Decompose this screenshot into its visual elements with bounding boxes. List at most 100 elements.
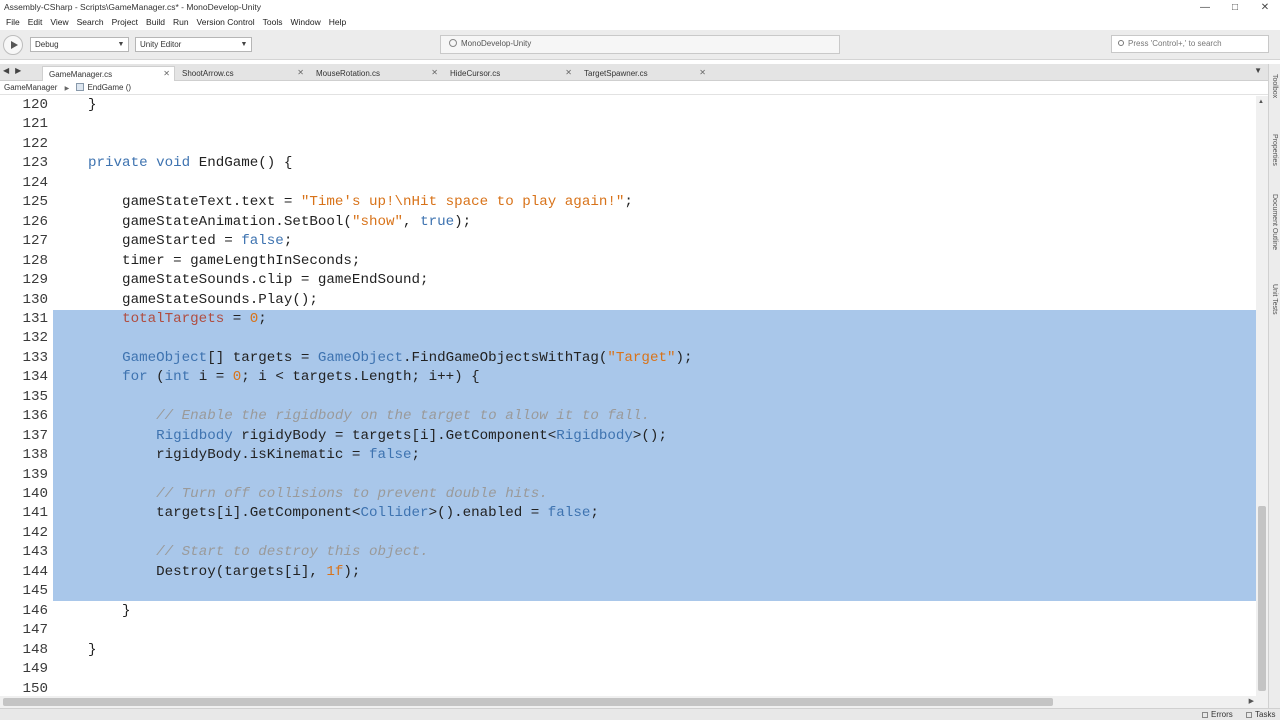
- code-text: Rigidbody rigidyBody = targets[i].GetCom…: [156, 427, 667, 444]
- code-text: private void EndGame() {: [88, 155, 293, 172]
- line-number: 139: [22, 466, 48, 483]
- code-text: }: [88, 602, 131, 619]
- line-number: 129: [22, 272, 48, 289]
- menu-help[interactable]: Help: [325, 15, 350, 30]
- code-line[interactable]: 145: [0, 582, 1256, 601]
- close-icon[interactable]: ✕: [1250, 0, 1280, 15]
- toolbox-panel-tab[interactable]: Toolbox: [1271, 74, 1278, 98]
- tab-shootarrow[interactable]: ShootArrow.cs ✕: [176, 66, 308, 81]
- scroll-right-icon[interactable]: ▶: [1249, 697, 1254, 705]
- close-tab-icon[interactable]: ✕: [699, 68, 706, 77]
- code-line[interactable]: 136 // Enable the rigidbody on the targe…: [0, 407, 1256, 426]
- code-line[interactable]: 120}: [0, 96, 1256, 115]
- tab-nav-arrows-icon[interactable]: ◀▶: [3, 66, 27, 75]
- tab-hidecursor[interactable]: HideCursor.cs ✕: [444, 66, 576, 81]
- code-line[interactable]: 128 timer = gameLengthInSeconds;: [0, 252, 1256, 271]
- code-text: // Start to destroy this object.: [156, 544, 429, 561]
- menu-run[interactable]: Run: [169, 15, 193, 30]
- code-line[interactable]: 133 GameObject[] targets = GameObject.Fi…: [0, 349, 1256, 368]
- title-bar: Assembly-CSharp - Scripts\GameManager.cs…: [0, 0, 1280, 15]
- unit-tests-panel-tab[interactable]: Unit Tests: [1271, 284, 1278, 315]
- horizontal-scroll-thumb[interactable]: [3, 698, 1053, 706]
- code-line[interactable]: 148}: [0, 641, 1256, 660]
- close-tab-icon[interactable]: ✕: [297, 68, 304, 77]
- tasks-pad-button[interactable]: Tasks: [1246, 710, 1275, 719]
- line-number: 123: [22, 155, 48, 172]
- line-number: 134: [22, 369, 48, 386]
- errors-pad-button[interactable]: Errors: [1202, 710, 1233, 719]
- close-tab-icon[interactable]: ✕: [163, 69, 170, 78]
- errors-label: Errors: [1211, 710, 1233, 719]
- tasks-icon: [1246, 712, 1252, 718]
- code-line[interactable]: 125 gameStateText.text = "Time's up!\nHi…: [0, 193, 1256, 212]
- menu-project[interactable]: Project: [108, 15, 142, 30]
- minimize-icon[interactable]: —: [1190, 0, 1220, 15]
- breadcrumb-method[interactable]: EndGame (): [87, 83, 131, 92]
- target-select[interactable]: Unity Editor ▼: [135, 37, 252, 52]
- code-line[interactable]: 143 // Start to destroy this object.: [0, 543, 1256, 562]
- line-number: 131: [22, 310, 48, 327]
- line-number: 144: [22, 563, 48, 580]
- menu-edit[interactable]: Edit: [24, 15, 47, 30]
- line-number: 145: [22, 583, 48, 600]
- tab-list-chevron-icon[interactable]: ▼: [1254, 66, 1262, 75]
- vertical-scrollbar[interactable]: ▲: [1256, 96, 1268, 696]
- tab-mouserotation[interactable]: MouseRotation.cs ✕: [310, 66, 442, 81]
- code-line[interactable]: 140 // Turn off collisions to prevent do…: [0, 485, 1256, 504]
- configuration-select[interactable]: Debug ▼: [30, 37, 129, 52]
- code-line[interactable]: 138 rigidyBody.isKinematic = false;: [0, 446, 1256, 465]
- line-number: 150: [22, 680, 48, 697]
- menu-view[interactable]: View: [46, 15, 72, 30]
- code-line[interactable]: 137 Rigidbody rigidyBody = targets[i].Ge…: [0, 427, 1256, 446]
- code-line[interactable]: 134 for (int i = 0; i < targets.Length; …: [0, 368, 1256, 387]
- window-title: Assembly-CSharp - Scripts\GameManager.cs…: [4, 2, 261, 12]
- code-line[interactable]: 139: [0, 466, 1256, 485]
- code-line[interactable]: 124: [0, 174, 1256, 193]
- code-line[interactable]: 147: [0, 621, 1256, 640]
- properties-panel-tab[interactable]: Properties: [1271, 134, 1278, 166]
- code-line[interactable]: 132: [0, 329, 1256, 348]
- run-button[interactable]: [3, 35, 23, 55]
- code-line[interactable]: 141 targets[i].GetComponent<Collider>().…: [0, 504, 1256, 523]
- tab-label: TargetSpawner.cs: [584, 69, 648, 78]
- code-editor[interactable]: 120} 121 122 123 private void EndGame() { 124…: [0, 96, 1256, 696]
- vertical-scroll-thumb[interactable]: [1258, 506, 1266, 691]
- search-input[interactable]: Press 'Control+,' to search: [1111, 35, 1269, 53]
- horizontal-scrollbar[interactable]: ▶: [0, 696, 1268, 708]
- tab-gamemanager[interactable]: GameManager.cs ✕: [42, 66, 175, 81]
- code-line[interactable]: 121: [0, 115, 1256, 134]
- menu-window[interactable]: Window: [287, 15, 325, 30]
- code-line[interactable]: 123 private void EndGame() {: [0, 154, 1256, 173]
- line-number: 130: [22, 291, 48, 308]
- code-line[interactable]: 142: [0, 524, 1256, 543]
- line-number: 146: [22, 602, 48, 619]
- tab-targetspawner[interactable]: TargetSpawner.cs ✕: [578, 66, 710, 81]
- close-tab-icon[interactable]: ✕: [431, 68, 438, 77]
- code-line[interactable]: 149: [0, 660, 1256, 679]
- menu-version-control[interactable]: Version Control: [193, 15, 259, 30]
- menu-file[interactable]: File: [2, 15, 24, 30]
- code-line[interactable]: 150: [0, 680, 1256, 697]
- code-line[interactable]: 130 gameStateSounds.Play();: [0, 291, 1256, 310]
- code-line[interactable]: 126 gameStateAnimation.SetBool("show", t…: [0, 213, 1256, 232]
- line-number: 149: [22, 661, 48, 678]
- line-number: 138: [22, 447, 48, 464]
- code-text: GameObject[] targets = GameObject.FindGa…: [122, 349, 693, 366]
- scroll-up-icon[interactable]: ▲: [1258, 99, 1264, 105]
- code-line[interactable]: 127 gameStarted = false;: [0, 232, 1256, 251]
- code-text: // Enable the rigidbody on the target to…: [156, 408, 650, 425]
- menu-build[interactable]: Build: [142, 15, 169, 30]
- menu-tools[interactable]: Tools: [259, 15, 287, 30]
- code-line[interactable]: 135: [0, 388, 1256, 407]
- breadcrumb-class[interactable]: GameManager: [4, 83, 57, 92]
- line-number: 124: [22, 174, 48, 191]
- menu-search[interactable]: Search: [73, 15, 108, 30]
- close-tab-icon[interactable]: ✕: [565, 68, 572, 77]
- maximize-icon[interactable]: □: [1220, 0, 1250, 15]
- code-line[interactable]: 122: [0, 135, 1256, 154]
- code-line[interactable]: 144 Destroy(targets[i], 1f);: [0, 563, 1256, 582]
- code-line[interactable]: 129 gameStateSounds.clip = gameEndSound;: [0, 271, 1256, 290]
- document-outline-panel-tab[interactable]: Document Outline: [1271, 194, 1278, 250]
- code-line[interactable]: 146 }: [0, 602, 1256, 621]
- code-line[interactable]: 131 totalTargets = 0;: [0, 310, 1256, 329]
